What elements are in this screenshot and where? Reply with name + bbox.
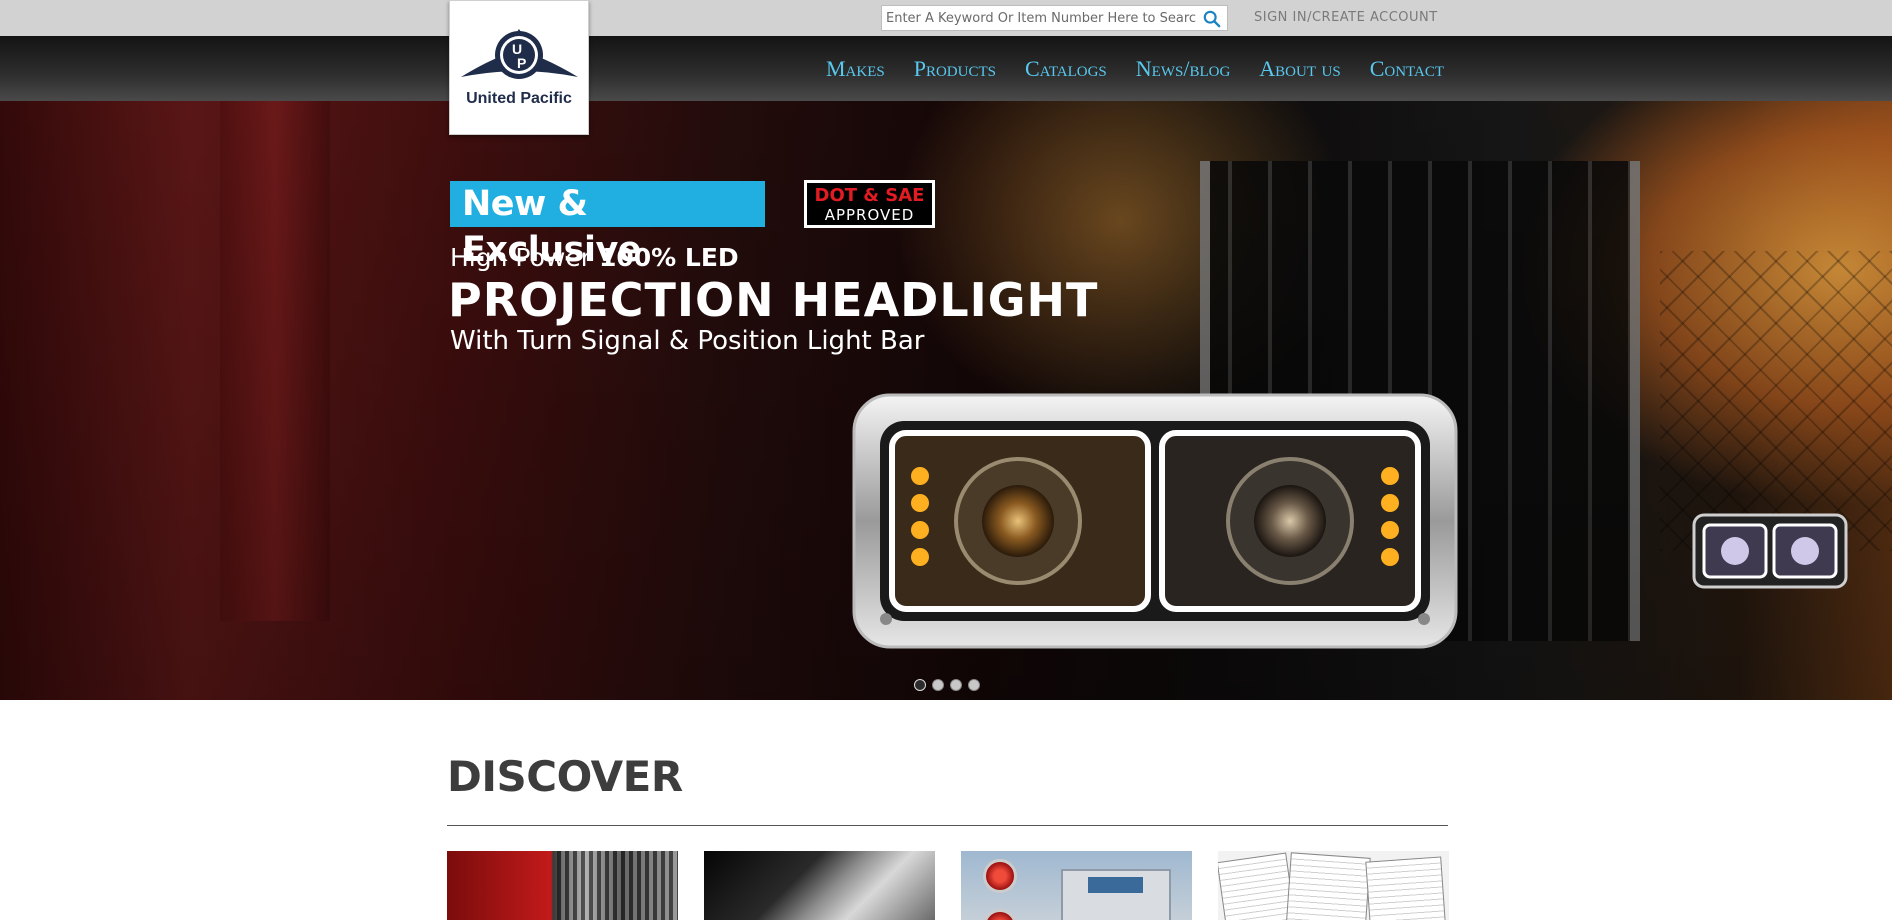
hero-subtitle-prefix: High Power — [450, 243, 599, 272]
search-box — [881, 5, 1228, 31]
top-utility-bar: SIGN IN/CREATE ACCOUNT — [0, 0, 1892, 36]
logo-brand-name: United Pacific — [466, 90, 572, 107]
hero-title: PROJECTION HEADLIGHT — [448, 273, 1099, 327]
dot-sae-approved-badge: DOT & SAE APPROVED — [804, 180, 935, 228]
hero-subtitle: High Power 100% LED — [450, 243, 739, 272]
discover-cards — [447, 851, 1449, 920]
discover-divider — [447, 825, 1448, 826]
svg-text:P: P — [517, 55, 526, 71]
site-logo[interactable]: U P United Pacific — [449, 0, 589, 135]
slider-dot-2[interactable] — [932, 679, 944, 691]
red-light-image — [983, 909, 1017, 920]
hero-tagline: With Turn Signal & Position Light Bar — [450, 326, 925, 356]
red-light-image — [983, 859, 1017, 893]
truck-headlight-detail — [1692, 513, 1848, 589]
license-plate-image — [1061, 869, 1171, 920]
discover-card-chrome-parts[interactable] — [704, 851, 935, 920]
catalog-page-image — [1218, 852, 1298, 920]
dot-sae-label: DOT & SAE — [814, 185, 925, 206]
catalog-page-image — [1285, 852, 1371, 920]
nav-products[interactable]: Products — [914, 56, 996, 82]
search-input[interactable] — [886, 8, 1196, 28]
catalog-page-image — [1365, 856, 1447, 920]
nav-catalogs[interactable]: Catalogs — [1025, 56, 1107, 82]
discover-card-truck-grille[interactable] — [447, 851, 678, 920]
slider-dot-3[interactable] — [950, 679, 962, 691]
slider-dot-4[interactable] — [968, 679, 980, 691]
slider-dots — [914, 679, 980, 691]
nav-about-us[interactable]: About us — [1259, 56, 1340, 82]
new-exclusive-badge: New & Exclusive — [450, 181, 765, 270]
approved-label: APPROVED — [824, 206, 915, 224]
nav-makes[interactable]: Makes — [826, 56, 885, 82]
nav-contact[interactable]: Contact — [1370, 56, 1444, 82]
main-navigation-bar: Makes Products Catalogs News/blog About … — [0, 36, 1892, 101]
discover-card-catalog-pages[interactable] — [1218, 851, 1449, 920]
slider-dot-1[interactable] — [914, 679, 926, 691]
hero-banner[interactable]: New & Exclusive DOT & SAE APPROVED High … — [0, 101, 1892, 700]
united-pacific-logo-mark: U P — [461, 29, 578, 79]
discover-card-lights-plate[interactable] — [961, 851, 1192, 920]
search-icon[interactable] — [1203, 10, 1221, 28]
hero-subtitle-bold: 100% LED — [598, 243, 739, 272]
main-nav: Makes Products Catalogs News/blog About … — [826, 56, 1444, 82]
discover-heading: DISCOVER — [447, 752, 683, 801]
projection-headlight-image — [852, 393, 1458, 649]
nav-news-blog[interactable]: News/blog — [1136, 56, 1231, 82]
sign-in-create-account-link[interactable]: SIGN IN/CREATE ACCOUNT — [1254, 10, 1438, 25]
